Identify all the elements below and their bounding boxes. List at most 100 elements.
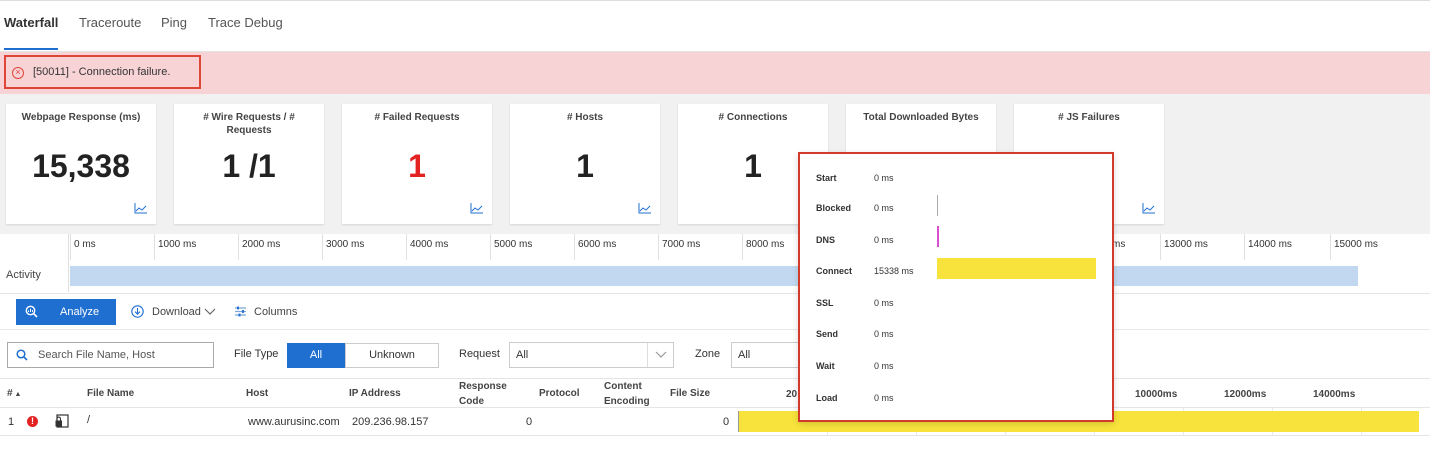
timeline-tick: 2000 ms bbox=[238, 234, 280, 260]
timing-label-wait: Wait bbox=[816, 361, 835, 371]
column-header-host[interactable]: Host bbox=[246, 386, 268, 401]
timing-label-blocked: Blocked bbox=[816, 203, 852, 213]
zone-label: Zone bbox=[695, 348, 721, 360]
timeline-tick: 1000 ms bbox=[154, 234, 196, 260]
timing-bar-connect bbox=[937, 258, 1096, 279]
metric-value: 1 bbox=[576, 148, 594, 184]
file-type-all[interactable]: All bbox=[287, 343, 345, 368]
request-select-arrow bbox=[647, 343, 673, 367]
tab-trace-debug[interactable]: Trace Debug bbox=[208, 15, 283, 30]
metric-value: 1 bbox=[408, 148, 426, 184]
metric-title: Total Downloaded Bytes bbox=[863, 112, 979, 123]
search-box bbox=[7, 342, 214, 368]
metric-title: Webpage Response (ms) bbox=[21, 112, 141, 123]
metric-value: 15,338 bbox=[32, 148, 130, 184]
tab-ping[interactable]: Ping bbox=[161, 15, 187, 30]
metric-title: # Hosts bbox=[566, 112, 604, 123]
column-header-protocol[interactable]: Protocol bbox=[539, 386, 580, 401]
waterfall-tick: 20 bbox=[786, 389, 798, 400]
active-tab-indicator bbox=[4, 48, 58, 50]
timing-value-start: 0 ms bbox=[874, 173, 894, 183]
timeline-tick: 15000 ms bbox=[1330, 234, 1378, 260]
error-circle-icon: × bbox=[12, 67, 24, 79]
table-header bbox=[0, 378, 1430, 408]
timing-label-send: Send bbox=[816, 329, 839, 339]
chevron-down-icon bbox=[655, 351, 667, 358]
metric-title: # JS Failures bbox=[1058, 112, 1120, 123]
timing-label-connect: Connect bbox=[816, 266, 852, 276]
timing-label-dns: DNS bbox=[816, 235, 836, 245]
metric-card-webpage-response: Webpage Response (ms) 15,338 bbox=[6, 104, 156, 224]
tab-waterfall[interactable]: Waterfall bbox=[4, 15, 58, 30]
column-header-file-name[interactable]: File Name bbox=[87, 386, 134, 401]
activity-label: Activity bbox=[6, 269, 41, 281]
timeline-tick: 7000 ms bbox=[658, 234, 700, 260]
timing-popup: Start 0 ms Blocked 0 ms DNS 0 ms Connect… bbox=[798, 152, 1114, 422]
metric-card-hosts: # Hosts 1 bbox=[510, 104, 660, 224]
row-file-name[interactable]: / bbox=[87, 414, 90, 426]
column-header-content-encoding[interactable]: Content Encoding bbox=[604, 379, 658, 409]
timing-value-wait: 0 ms bbox=[874, 361, 894, 371]
timeline-tick: 8000 ms bbox=[742, 234, 784, 260]
metric-card-failed-requests: # Failed Requests 1 bbox=[342, 104, 492, 224]
trend-chart-icon[interactable] bbox=[638, 202, 652, 214]
request-label: Request bbox=[459, 348, 500, 360]
trend-chart-icon[interactable] bbox=[1142, 202, 1156, 214]
timing-value-load: 0 ms bbox=[874, 393, 894, 403]
timing-value-ssl: 0 ms bbox=[874, 298, 894, 308]
waterfall-tick: 10000ms bbox=[1135, 389, 1178, 400]
alert-message: [50011] - Connection failure. bbox=[33, 66, 171, 78]
columns-button[interactable]: Columns bbox=[254, 306, 297, 318]
row-response-code: 0 bbox=[526, 416, 533, 428]
timing-label-load: Load bbox=[816, 393, 838, 403]
timing-bar-dns bbox=[937, 226, 939, 247]
row-ip: 209.236.98.157 bbox=[352, 416, 429, 428]
file-type-unknown[interactable]: Unknown bbox=[345, 343, 439, 368]
metric-value: 1 /1 bbox=[222, 148, 276, 184]
timeline-tick-partial: ms bbox=[1112, 239, 1126, 250]
timeline-tick: 13000 ms bbox=[1160, 234, 1208, 260]
analyze-icon bbox=[25, 305, 38, 318]
timing-value-send: 0 ms bbox=[874, 329, 894, 339]
timing-value-blocked: 0 ms bbox=[874, 203, 894, 213]
row-num: 1 bbox=[8, 416, 15, 428]
timing-label-ssl: SSL bbox=[816, 298, 834, 308]
tab-bar: Waterfall Traceroute Ping Trace Debug bbox=[0, 0, 1430, 52]
columns-icon[interactable] bbox=[234, 305, 247, 318]
metric-title: # Failed Requests bbox=[374, 112, 460, 123]
trend-chart-icon[interactable] bbox=[134, 202, 148, 214]
activity-bar[interactable] bbox=[70, 266, 1358, 286]
lock-page-icon bbox=[55, 414, 69, 428]
column-header-num[interactable]: # ▲ bbox=[7, 386, 21, 402]
timeline-tick: 5000 ms bbox=[490, 234, 532, 260]
timing-value-connect: 15338 ms bbox=[874, 266, 914, 276]
timeline-tick: 0 ms bbox=[70, 234, 96, 260]
row-file-size: 0 bbox=[723, 416, 730, 428]
tab-traceroute[interactable]: Traceroute bbox=[79, 15, 141, 30]
row-host: www.aurusinc.com bbox=[248, 416, 340, 428]
timeline-tick: 3000 ms bbox=[322, 234, 364, 260]
timeline-divider bbox=[68, 234, 69, 292]
trend-chart-icon[interactable] bbox=[470, 202, 484, 214]
column-header-file-size[interactable]: File Size bbox=[670, 386, 710, 401]
row-waterfall-start-marker bbox=[738, 411, 739, 432]
column-header-ip-address[interactable]: IP Address bbox=[349, 386, 401, 401]
alert-banner bbox=[0, 52, 1430, 94]
chevron-down-icon[interactable] bbox=[204, 307, 216, 317]
timing-value-dns: 0 ms bbox=[874, 235, 894, 245]
download-button[interactable]: Download bbox=[152, 306, 201, 318]
column-header-response-code[interactable]: Response Code bbox=[459, 379, 515, 409]
waterfall-tick: 14000ms bbox=[1313, 389, 1356, 400]
search-input[interactable] bbox=[38, 347, 208, 363]
analyze-button[interactable]: Analyze bbox=[16, 299, 116, 325]
waterfall-tick: 12000ms bbox=[1224, 389, 1267, 400]
search-icon bbox=[16, 349, 28, 361]
request-select-value: All bbox=[516, 349, 529, 361]
zone-select[interactable]: All bbox=[731, 342, 801, 368]
metric-card-wire-requests: # Wire Requests / # Requests 1 /1 bbox=[174, 104, 324, 224]
request-select[interactable]: All bbox=[509, 342, 674, 368]
metric-title: # Connections bbox=[718, 112, 788, 123]
timing-label-start: Start bbox=[816, 173, 837, 183]
timeline-tick: 14000 ms bbox=[1244, 234, 1292, 260]
download-icon[interactable] bbox=[131, 305, 144, 318]
